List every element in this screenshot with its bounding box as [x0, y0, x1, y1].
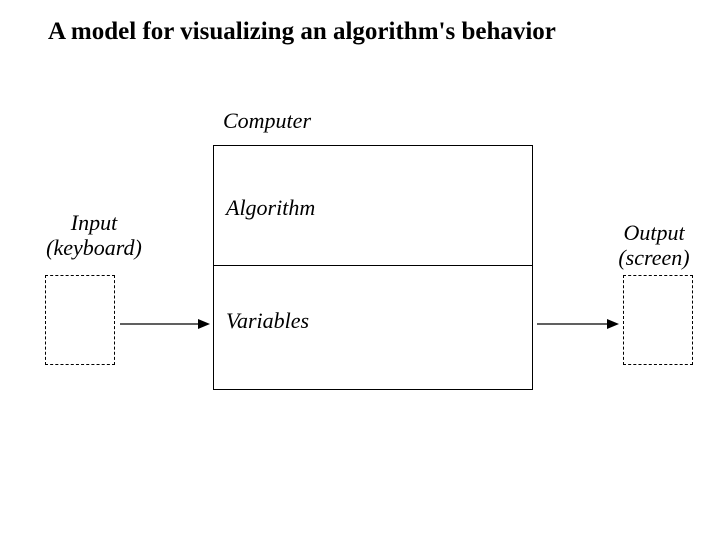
input-label-line2: (keyboard)	[46, 235, 142, 260]
arrow-output-icon	[537, 317, 619, 331]
input-box	[45, 275, 115, 365]
output-label-line1: Output	[623, 220, 684, 245]
algorithm-underline	[213, 265, 533, 266]
diagram-stage: A model for visualizing an algorithm's b…	[0, 0, 720, 540]
output-label: Output (screen)	[594, 220, 714, 271]
algorithm-label: Algorithm	[226, 195, 315, 221]
arrow-input-icon	[120, 317, 210, 331]
computer-label: Computer	[223, 108, 311, 134]
page-title: A model for visualizing an algorithm's b…	[48, 18, 556, 46]
variables-label: Variables	[226, 308, 309, 334]
input-label: Input (keyboard)	[24, 210, 164, 261]
output-label-line2: (screen)	[618, 245, 689, 270]
computer-box	[213, 145, 533, 390]
output-box	[623, 275, 693, 365]
input-label-line1: Input	[71, 210, 117, 235]
